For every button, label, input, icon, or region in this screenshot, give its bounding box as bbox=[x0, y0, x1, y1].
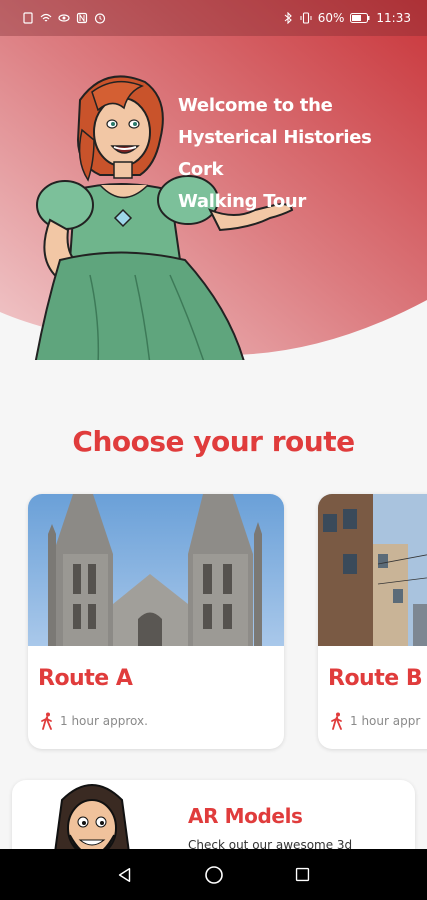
back-triangle-icon bbox=[118, 867, 130, 882]
route-b-duration-text: 1 hour appr bbox=[350, 714, 421, 728]
system-navigation-bar bbox=[0, 849, 427, 900]
alarm-icon bbox=[94, 13, 106, 24]
status-right-icons: 60% 11:33 bbox=[282, 11, 411, 25]
sim-icon bbox=[23, 12, 33, 24]
route-a-cathedral-photo bbox=[28, 494, 284, 646]
welcome-line-2: Hysterical Histories Cork bbox=[178, 127, 372, 180]
route-a-title: Route A bbox=[38, 666, 133, 691]
home-circle-icon bbox=[204, 865, 223, 884]
walking-person-icon bbox=[41, 712, 52, 730]
wifi-icon bbox=[40, 13, 52, 22]
route-card-a[interactable]: Route A 1 hour approx. bbox=[28, 494, 284, 749]
vibrate-icon bbox=[300, 12, 312, 24]
recents-button[interactable] bbox=[292, 864, 314, 886]
ar-models-title: AR Models bbox=[188, 804, 303, 828]
status-time: 11:33 bbox=[376, 11, 411, 25]
recents-square-icon bbox=[295, 867, 310, 882]
welcome-message: Welcome to the Hysterical Histories Cork… bbox=[178, 90, 413, 218]
app-screen: Welcome to the Hysterical Histories Cork… bbox=[0, 0, 427, 900]
eye-icon bbox=[58, 14, 70, 22]
walking-person-icon bbox=[331, 712, 342, 730]
route-a-duration: 1 hour approx. bbox=[40, 712, 148, 730]
hero-header: Welcome to the Hysterical Histories Cork… bbox=[0, 0, 427, 360]
back-button[interactable] bbox=[114, 864, 136, 886]
battery-icon bbox=[350, 13, 370, 23]
welcome-line-3: Walking Tour bbox=[178, 191, 306, 212]
choose-route-title: Choose your route bbox=[72, 425, 355, 458]
battery-percentage: 60% bbox=[317, 11, 345, 25]
status-left-icons bbox=[22, 12, 106, 24]
welcome-line-1: Welcome to the bbox=[178, 95, 333, 116]
route-b-title: Route B bbox=[328, 666, 423, 691]
home-button[interactable] bbox=[203, 864, 225, 886]
route-card-b[interactable]: Route B 1 hour appr bbox=[318, 494, 427, 749]
route-b-street-photo bbox=[318, 494, 427, 646]
route-a-duration-text: 1 hour approx. bbox=[60, 714, 148, 728]
bluetooth-icon bbox=[284, 12, 292, 24]
nfc-icon bbox=[76, 12, 88, 24]
status-bar: 60% 11:33 bbox=[0, 0, 427, 36]
route-b-duration: 1 hour appr bbox=[330, 712, 420, 730]
